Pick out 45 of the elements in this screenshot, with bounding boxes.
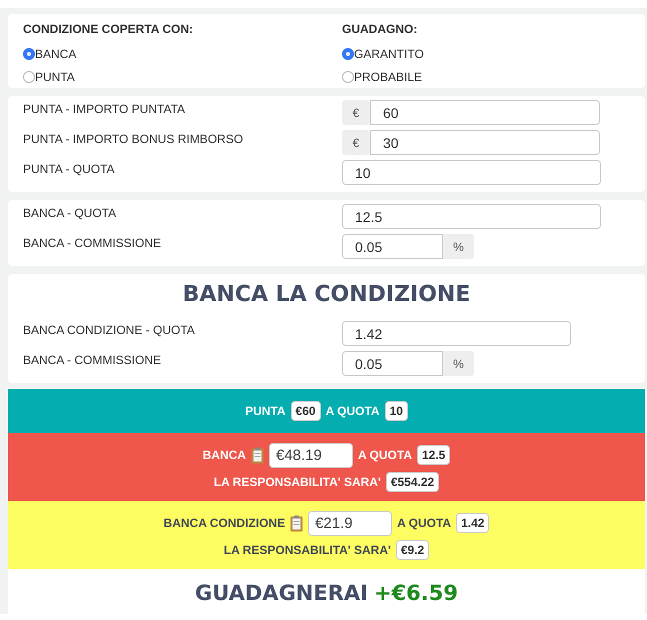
currency-addon: € (342, 130, 370, 155)
result-label: PUNTA (245, 404, 286, 418)
result-label: BANCA CONDIZIONE (164, 516, 286, 530)
odds-badge: 12.5 (416, 445, 450, 465)
currency-addon: € (342, 100, 370, 125)
result-label: A QUOTA (326, 404, 380, 418)
field-label: PUNTA - QUOTA (23, 161, 116, 176)
field-label: BANCA - QUOTA (23, 205, 118, 220)
profit-label: GUADAGNERAI (194, 581, 368, 605)
input-field[interactable]: 12.5 (342, 204, 601, 229)
stake-badge: €60 (290, 401, 321, 421)
input-field[interactable]: 10 (342, 160, 601, 185)
input-field[interactable]: 0.05 (342, 234, 443, 259)
odds-badge: 10 (384, 401, 408, 421)
clipboard-icon[interactable] (290, 514, 304, 532)
percent-addon: % (443, 351, 474, 376)
radio-option[interactable]: PUNTA (23, 65, 342, 88)
field-label: PUNTA - IMPORTO PUNTATA (23, 101, 186, 116)
field-label: BANCA - COMMISSIONE (23, 235, 162, 250)
option-title: CONDIZIONE COPERTA CON: (23, 22, 194, 36)
field-label: BANCA - COMMISSIONE (23, 352, 162, 367)
clipboard-icon[interactable] (250, 446, 264, 464)
radio-option[interactable]: GARANTITO (342, 42, 630, 65)
input-field[interactable]: 60 (370, 100, 600, 125)
stake-field[interactable]: €21.9 (308, 510, 392, 536)
liability-badge: €9.2 (396, 540, 430, 560)
profit-value: +€6.59 (374, 581, 458, 605)
liability-badge: €554.22 (386, 472, 440, 492)
option-title: GUADAGNO: (342, 22, 418, 36)
percent-addon: % (443, 234, 474, 259)
result-label: BANCA (202, 448, 246, 462)
field-label: PUNTA - IMPORTO BONUS RIMBORSO (23, 131, 244, 146)
field-label: BANCA CONDIZIONE - QUOTA (23, 322, 196, 337)
liability-label: LA RESPONSABILITA' SARA' (224, 542, 391, 556)
result-label: A QUOTA (397, 516, 452, 530)
stake-field[interactable]: €48.19 (268, 442, 353, 468)
section-heading: BANCA LA CONDIZIONE (182, 282, 472, 307)
liability-label: LA RESPONSABILITA' SARA' (214, 474, 381, 488)
input-field[interactable]: 0.05 (342, 351, 443, 376)
radio-option[interactable]: PROBABILE (342, 65, 630, 88)
input-field[interactable]: 1.42 (342, 321, 571, 346)
odds-badge: 1.42 (456, 513, 490, 533)
result-label: A QUOTA (358, 448, 412, 462)
radio-option[interactable]: BANCA (23, 42, 342, 65)
input-field[interactable]: 30 (370, 130, 600, 155)
